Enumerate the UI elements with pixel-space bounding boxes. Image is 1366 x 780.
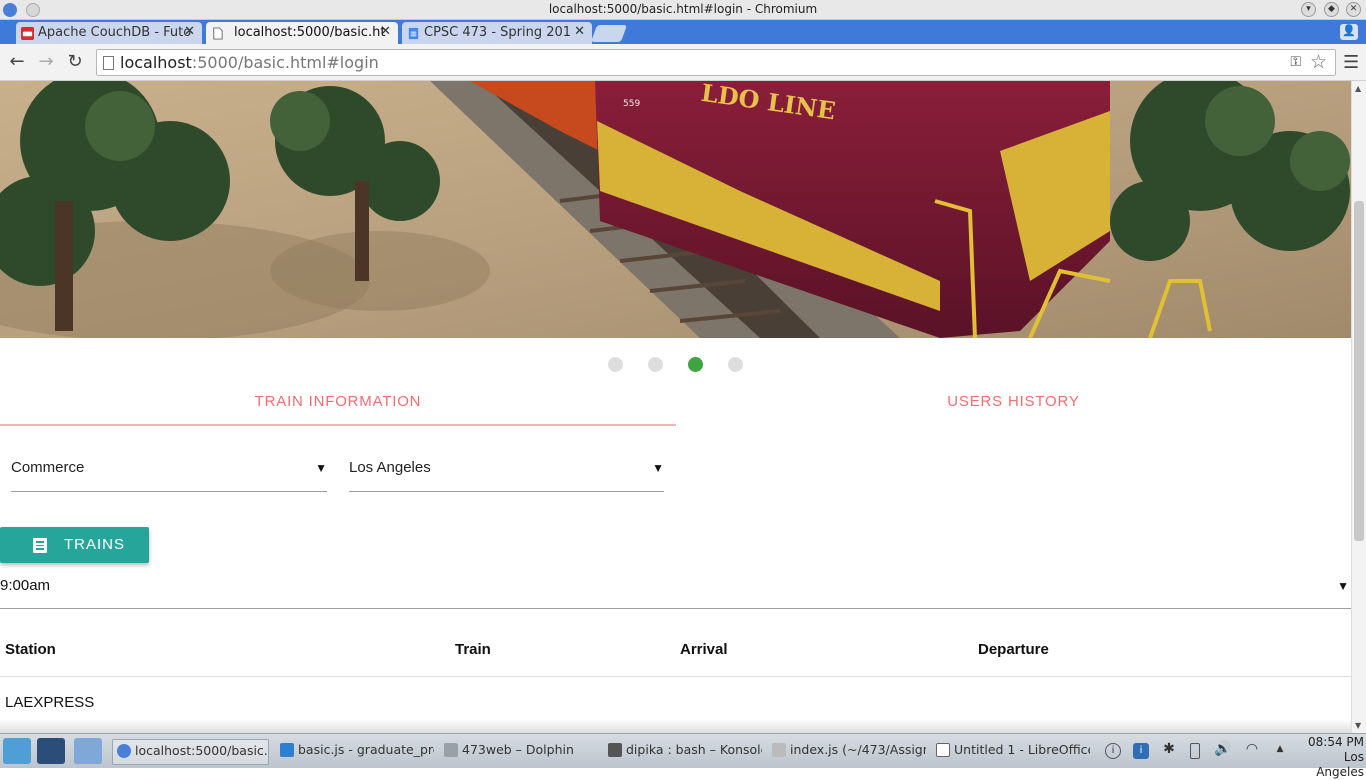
vscode-icon (280, 743, 294, 757)
taskbar-item-dolphin[interactable]: 473web – Dolphin (440, 739, 598, 765)
taskbar-item-label: index.js (~/473/Assignm (790, 742, 926, 757)
browser-tab-cpsc[interactable]: CPSC 473 - Spring 201 ✕ (402, 22, 592, 44)
browser-toolbar: ← → ↻ localhost:5000/basic.html#login ⚿ … (0, 44, 1366, 81)
carousel-dot[interactable] (648, 357, 663, 372)
tab-train-information[interactable]: TRAIN INFORMATION (0, 393, 676, 425)
to-station-select[interactable]: Los Angeles ▼ (349, 451, 664, 492)
browser-tab-basic[interactable]: localhost:5000/basic.ht ✕ (206, 22, 398, 44)
maximize-button[interactable]: ◆ (1324, 2, 1339, 17)
new-tab-button[interactable] (590, 25, 628, 42)
address-bar[interactable]: localhost:5000/basic.html#login ⚿ ☆ (96, 49, 1336, 76)
taskbar-item-chromium[interactable]: localhost:5000/basic.h (112, 739, 269, 765)
window-title-bar: localhost:5000/basic.html#login - Chromi… (0, 0, 1366, 20)
page-viewport: LDO LINE 559 TRAIN INFORMATION USERS HIS… (0, 81, 1351, 733)
taskbar-item-label: 473web – Dolphin (462, 742, 574, 757)
close-window-button[interactable]: ✕ (1346, 2, 1361, 17)
taskbar-item-libreoffice[interactable]: Untitled 1 - LibreOffice (932, 739, 1090, 765)
minimize-button[interactable]: ▾ (1301, 2, 1316, 17)
back-icon[interactable]: ← (7, 51, 27, 73)
url-path: :5000/basic.html#login (191, 53, 379, 72)
volume-icon[interactable]: 🔊 (1214, 742, 1231, 759)
close-tab-icon[interactable]: ✕ (184, 24, 195, 39)
tab-users-history[interactable]: USERS HISTORY (676, 393, 1351, 425)
taskbar-item-label: dipika : bash – Konsole (626, 742, 762, 757)
caret-down-icon: ▼ (652, 461, 664, 475)
forward-icon[interactable]: → (36, 51, 56, 73)
couchdb-icon (21, 27, 34, 40)
time-select[interactable]: 9:00am ▼ (0, 573, 1351, 609)
bookmark-star-icon[interactable]: ☆ (1310, 51, 1327, 73)
tab-label: localhost:5000/basic.ht (234, 25, 386, 40)
desktop-icon[interactable] (37, 738, 65, 764)
reload-icon[interactable]: ↻ (65, 51, 85, 73)
info-icon[interactable]: i (1105, 743, 1121, 759)
wifi-icon[interactable]: ◠ (1244, 742, 1260, 759)
profile-icon[interactable]: 👤 (1340, 24, 1358, 40)
taskbar: localhost:5000/basic.h basic.js - gradua… (0, 733, 1366, 779)
document-icon (772, 743, 786, 757)
url-host: localhost (120, 53, 192, 72)
time-value: 9:00am (0, 577, 51, 594)
taskbar-item-editor[interactable]: index.js (~/473/Assignm (768, 739, 926, 765)
caret-down-icon: ▼ (315, 461, 327, 475)
carousel-dot[interactable] (608, 357, 623, 372)
writer-icon (936, 743, 950, 757)
docs-icon (408, 27, 419, 40)
cell-station: LAEXPRESS (5, 694, 95, 711)
start-menu-icon[interactable] (3, 738, 31, 764)
menu-icon[interactable]: ☰ (1343, 52, 1359, 73)
tray-expand-icon[interactable]: ▲ (1272, 743, 1288, 759)
active-tab-indicator (0, 424, 676, 426)
shield-icon[interactable]: i (1133, 743, 1149, 759)
clock-time: 08:54 PM (1308, 735, 1364, 749)
taskbar-item-vscode[interactable]: basic.js - graduate_pro (276, 739, 434, 765)
tab-label: Apache CouchDB - Futo (38, 25, 192, 40)
battery-icon[interactable] (1190, 743, 1200, 759)
system-clock[interactable]: 08:54 PM Los Angeles (1296, 735, 1364, 780)
cab-number: 559 (623, 99, 640, 109)
carousel-dot-active[interactable] (688, 357, 703, 372)
hero-image: LDO LINE 559 (0, 81, 1351, 338)
taskbar-item-konsole[interactable]: dipika : bash – Konsole (604, 739, 762, 765)
table-divider (0, 676, 1351, 677)
column-header-train: Train (455, 641, 491, 658)
scroll-fade (0, 719, 1351, 733)
url-text[interactable]: localhost:5000/basic.html#login (120, 53, 379, 72)
taskbar-item-label: basic.js - graduate_pro (298, 742, 434, 757)
file-manager-icon[interactable] (74, 738, 102, 764)
train-photo: LDO LINE 559 (0, 81, 1351, 338)
close-tab-icon[interactable]: ✕ (574, 24, 585, 39)
close-tab-icon[interactable]: ✕ (380, 24, 391, 39)
taskbar-item-label: Untitled 1 - LibreOffice (954, 742, 1090, 757)
scrollbar-thumb[interactable] (1354, 201, 1364, 541)
page-scrollbar[interactable]: ▲ ▼ (1351, 81, 1366, 733)
folder-icon (444, 743, 458, 757)
column-header-departure: Departure (978, 641, 1049, 658)
scroll-down-icon[interactable]: ▼ (1355, 721, 1361, 730)
page-icon (213, 27, 223, 40)
bluetooth-icon[interactable]: ✱ (1161, 742, 1177, 759)
column-header-station: Station (5, 641, 56, 658)
caret-down-icon: ▼ (1337, 579, 1349, 593)
terminal-icon (608, 743, 622, 757)
column-header-arrival: Arrival (680, 641, 728, 658)
tab-label: CPSC 473 - Spring 201 (424, 25, 572, 40)
browser-tab-couchdb[interactable]: Apache CouchDB - Futo ✕ (16, 22, 202, 44)
trains-button-label: TRAINS (64, 536, 126, 553)
browser-tab-strip: Apache CouchDB - Futo ✕ localhost:5000/b… (0, 20, 1366, 44)
from-station-value: Commerce (11, 459, 85, 476)
chromium-icon (117, 744, 131, 758)
page-icon (103, 56, 114, 70)
key-icon[interactable]: ⚿ (1290, 54, 1301, 70)
trains-button[interactable]: TRAINS (0, 527, 149, 563)
window-title: localhost:5000/basic.html#login - Chromi… (548, 2, 818, 16)
taskbar-item-label: localhost:5000/basic.h (135, 743, 269, 758)
scroll-up-icon[interactable]: ▲ (1355, 84, 1361, 93)
carousel-dot[interactable] (728, 357, 743, 372)
to-station-value: Los Angeles (349, 459, 431, 476)
list-icon (33, 538, 47, 553)
clock-location: Los Angeles (1316, 750, 1364, 779)
from-station-select[interactable]: Commerce ▼ (11, 451, 327, 492)
